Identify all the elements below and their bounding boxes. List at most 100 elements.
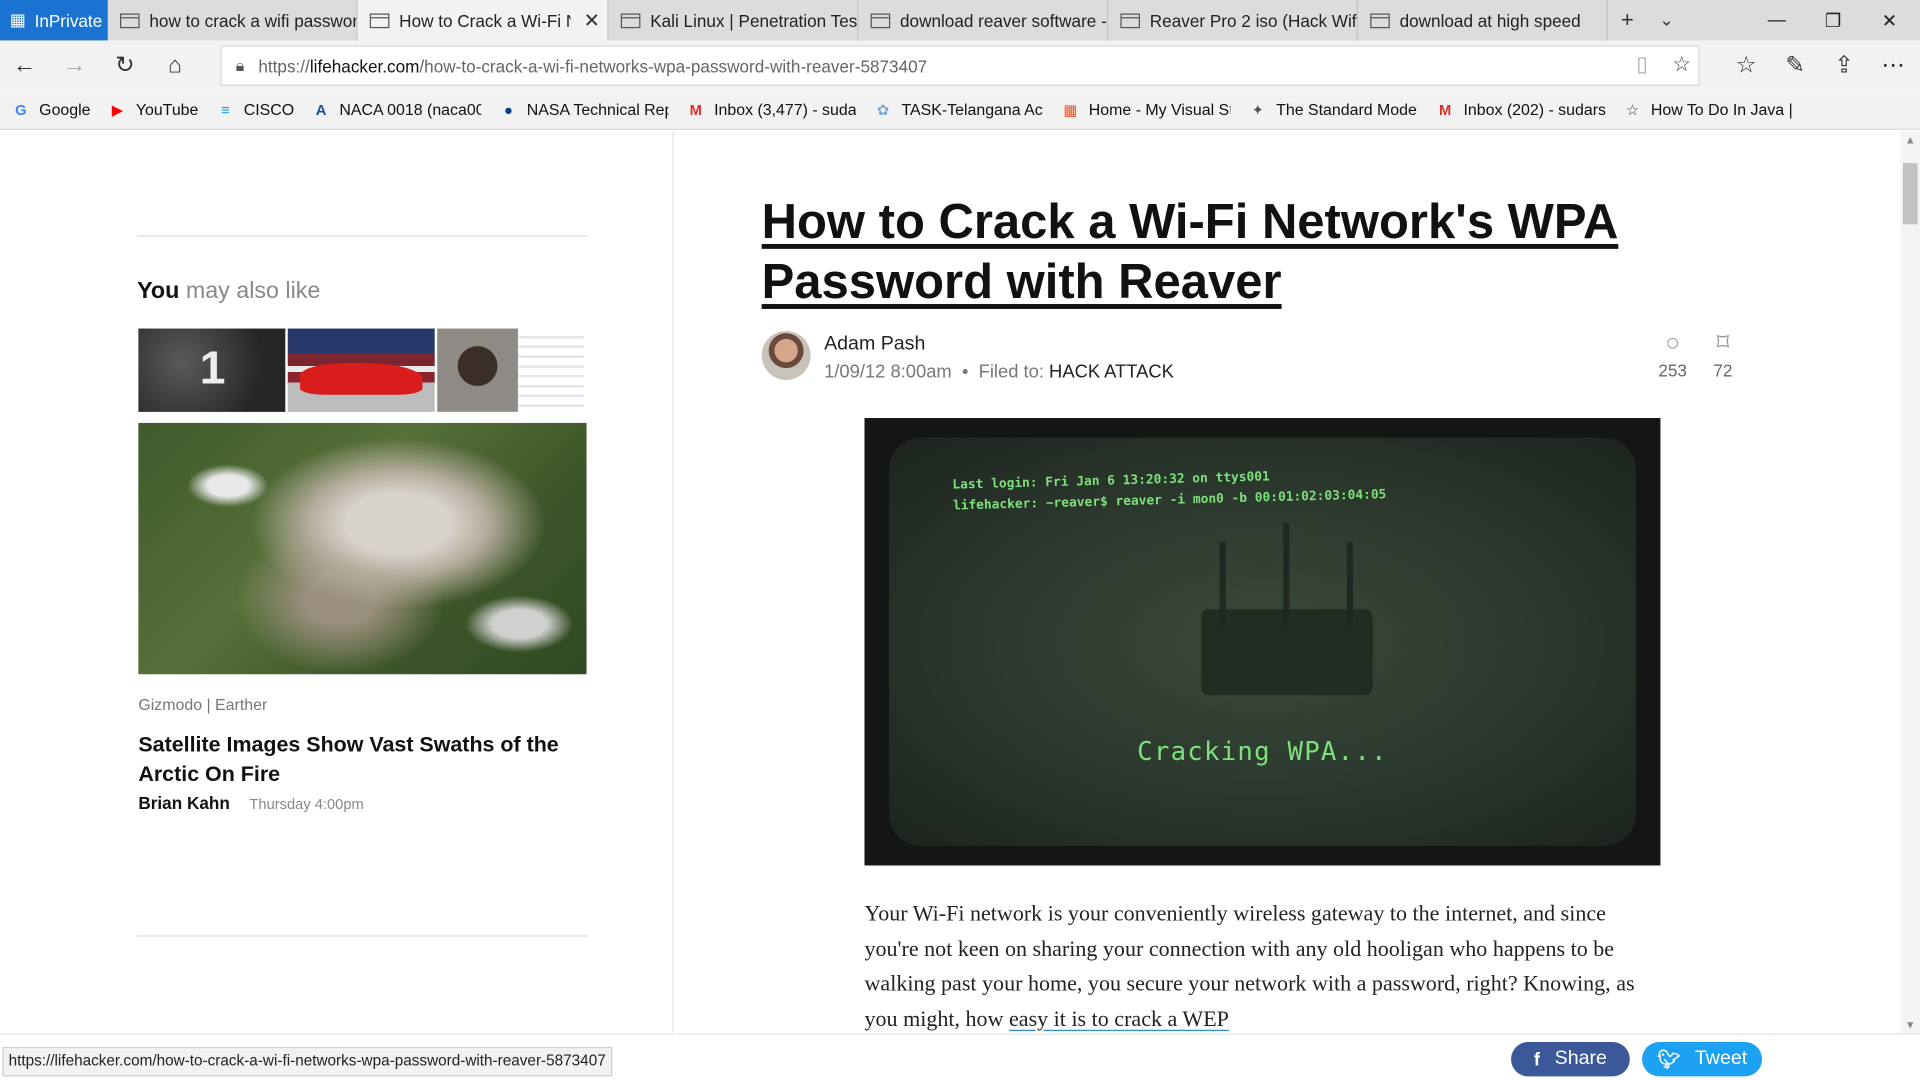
wep-link[interactable]: easy it is to crack a WEP	[1009, 1006, 1229, 1031]
card-author-link[interactable]: Brian Kahn	[138, 793, 229, 813]
facebook-share-button[interactable]: f Share	[1511, 1042, 1630, 1077]
scroll-down-arrow-icon[interactable]: ▼	[1900, 1019, 1920, 1031]
author-name-link[interactable]: Adam Pash	[824, 333, 925, 355]
share-browser-button[interactable]: ⇪	[1820, 40, 1869, 90]
you-may-also-like-heading: You may also like	[137, 278, 321, 305]
satellite-image[interactable]	[138, 422, 587, 675]
divider	[137, 935, 588, 937]
tab-4[interactable]: download reaver software -	[858, 0, 1109, 41]
favorite-label: TASK-Telangana Acac	[901, 100, 1043, 119]
inprivate-badge: ▦ InPrivate	[0, 0, 108, 41]
terminal-text: Last login: Fri Jan 6 13:20:32 on ttys00…	[952, 469, 1387, 514]
close-tab-icon[interactable]: ✕	[584, 9, 600, 34]
favorite-item[interactable]: ☆ How To Do In Java | P	[1623, 101, 1793, 119]
home-icon: ⌂	[168, 52, 183, 78]
router-silhouette	[1201, 609, 1373, 696]
favorite-item[interactable]: G Google	[11, 101, 90, 119]
pen-icon: ✎	[1785, 52, 1805, 79]
favorite-item[interactable]: ✦ The Standard Model	[1248, 101, 1419, 119]
comments-counter[interactable]: ○ 253	[1654, 330, 1691, 380]
thumbnail-numbered[interactable]: 1	[138, 328, 286, 412]
favicon-icon: ●	[503, 101, 513, 119]
article-date: 1/09/12 8:00am	[824, 361, 952, 383]
favorite-label: CISCO	[243, 100, 295, 119]
star-icon[interactable]: ☆	[1672, 53, 1691, 78]
recommendation-thumbnails: 1	[138, 328, 586, 415]
article-title[interactable]: How to Crack a Wi-Fi Network's WPA Passw…	[762, 192, 1742, 312]
favorite-label: YouTube	[135, 100, 199, 119]
card-source[interactable]: Gizmodo | Earther	[138, 695, 267, 713]
refresh-icon: ↻	[115, 52, 135, 79]
category-link[interactable]: HACK ATTACK	[1049, 362, 1174, 383]
forward-button[interactable]: →	[50, 40, 99, 90]
favorites-hub-button[interactable]: ☆	[1722, 40, 1771, 90]
favorite-item[interactable]: ≡ CISCO	[216, 100, 295, 119]
back-button[interactable]: ←	[0, 40, 49, 90]
bookmark-icon: ⌑	[1716, 329, 1730, 357]
favicon-icon: M	[689, 101, 702, 119]
web-page: You may also like 1 Gizmodo | Earther Sa…	[0, 131, 1901, 1034]
more-icon: ⋯	[1881, 52, 1905, 79]
arrow-right-icon: →	[63, 52, 87, 78]
tab-2-active[interactable]: How to Crack a Wi-Fi N ✕	[357, 0, 609, 41]
bookmarks-counter[interactable]: ⌑ 72	[1705, 330, 1742, 380]
favorite-item[interactable]: ▶ YouTube	[108, 101, 199, 119]
author-avatar[interactable]	[761, 330, 811, 381]
favicon-icon: A	[315, 101, 327, 119]
tab-6[interactable]: download at high speed	[1358, 0, 1608, 41]
favicon-icon: G	[15, 101, 27, 119]
url-text[interactable]: https://lifehacker.com/how-to-crack-a-wi…	[258, 56, 927, 76]
favorite-label: Google	[39, 100, 91, 119]
tab-strip: ▦ InPrivate how to crack a wifi passwor …	[0, 0, 1920, 41]
address-bar[interactable]: 🔒︎ https://lifehacker.com/how-to-crack-a…	[220, 45, 1700, 86]
favorite-label: Inbox (3,477) - sudars	[714, 100, 857, 119]
favorite-item[interactable]: M Inbox (3,477) - sudars	[686, 100, 857, 119]
twitter-share-button[interactable]: 🐦︎ Tweet	[1642, 1042, 1763, 1077]
more-button[interactable]: ⋯	[1869, 40, 1918, 90]
favorite-item[interactable]: ▦ Home - My Visual Stu	[1061, 100, 1231, 119]
crt-screen: Last login: Fri Jan 6 13:20:32 on ttys00…	[888, 437, 1636, 846]
reading-view-icon[interactable]: ▯	[1636, 53, 1647, 78]
tab-3[interactable]: Kali Linux | Penetration Test	[609, 0, 859, 41]
thumbnail-red-car[interactable]	[287, 328, 435, 412]
page-icon	[120, 12, 140, 28]
plus-icon: +	[1620, 7, 1634, 32]
favicon-icon: ✿	[876, 101, 890, 119]
close-window-button[interactable]: ✕	[1861, 0, 1917, 40]
favicon-icon: ▶	[111, 101, 124, 119]
scrollbar-thumb[interactable]	[1902, 163, 1918, 225]
document-image	[517, 328, 585, 412]
vertical-scrollbar[interactable]: ▲ ▼	[1900, 131, 1920, 1034]
favorite-label: Home - My Visual Stu	[1088, 100, 1231, 119]
facebook-icon: f	[1533, 1048, 1540, 1070]
new-tab-button[interactable]: +	[1607, 0, 1649, 40]
web-note-button[interactable]: ✎	[1771, 40, 1820, 90]
scroll-up-arrow-icon[interactable]: ▲	[1900, 134, 1920, 146]
tab-5[interactable]: Reaver Pro 2 iso (Hack Wifi)	[1108, 0, 1358, 41]
hero-image: Last login: Fri Jan 6 13:20:32 on ttys00…	[864, 418, 1661, 866]
favorite-label: NACA 0018 (naca001	[339, 100, 482, 119]
favorite-item[interactable]: ✿ TASK-Telangana Acac	[873, 100, 1044, 119]
favorite-item[interactable]: M Inbox (202) - sudarsh	[1435, 101, 1606, 119]
navigation-bar: ← → ↻ ⌂ 🔒︎ https://lifehacker.com/how-to…	[0, 40, 1920, 91]
refresh-button[interactable]: ↻	[100, 40, 149, 90]
favicon-icon: ≡	[221, 101, 230, 119]
tab-list-button[interactable]: ⌄	[1646, 0, 1688, 40]
person-image	[437, 328, 518, 412]
filed-to-label: Filed to:	[978, 361, 1044, 383]
thumbnail-person-doc[interactable]	[437, 328, 585, 412]
twitter-bird-icon: 🐦︎	[1656, 1049, 1681, 1071]
minimize-button[interactable]: —	[1749, 0, 1805, 40]
favicon-icon: M	[1439, 101, 1452, 119]
inprivate-icon: ▦	[9, 9, 27, 30]
page-icon	[870, 12, 891, 28]
sidebar-recommendations: You may also like 1 Gizmodo | Earther Sa…	[0, 131, 674, 1034]
restore-button[interactable]: ❐	[1805, 0, 1861, 40]
divider	[137, 235, 588, 237]
card-title-link[interactable]: Satellite Images Show Vast Swaths of the…	[138, 729, 579, 788]
favorite-item[interactable]: ● NASA Technical Repo	[499, 101, 669, 119]
home-button[interactable]: ⌂	[151, 40, 200, 90]
status-bar-url: https://lifehacker.com/how-to-crack-a-wi…	[2, 1046, 612, 1077]
favorite-item[interactable]: A NACA 0018 (naca001	[311, 100, 482, 119]
tab-1[interactable]: how to crack a wifi passwor	[108, 0, 358, 41]
